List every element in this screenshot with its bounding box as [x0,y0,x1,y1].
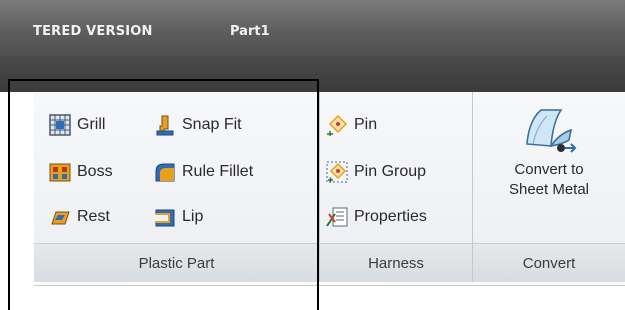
grill-button[interactable]: Grill [49,114,105,136]
harness-panel: Pin Pin Group Properties Harness [320,92,473,282]
snap-fit-button[interactable]: Snap Fit [154,114,242,136]
pin-group-button[interactable]: Pin Group [326,161,426,183]
boss-icon [49,163,71,182]
document-title: Part1 [230,24,270,39]
rule-fillet-button[interactable]: Rule Fillet [154,161,253,183]
convert-button-line1: Convert to [514,161,584,178]
snap-fit-icon [156,115,174,136]
lip-label: Lip [182,208,204,225]
boss-button[interactable]: Boss [49,161,113,183]
rule-fillet-icon [155,163,175,182]
ribbon-tab-strip [0,56,625,92]
lip-icon [155,209,175,227]
plastic-part-panel-title[interactable]: Plastic Part [34,243,319,282]
convert-button-line2: Sheet Metal [508,181,590,198]
properties-icon [326,207,348,227]
convert-panel: Convert to Sheet Metal Convert [473,92,625,282]
harness-panel-title[interactable]: Harness [320,243,472,282]
pin-button[interactable]: Pin [326,114,377,136]
title-bar: TERED VERSION Part1 [0,0,625,56]
convert-to-sheet-metal-button[interactable]: Convert to Sheet Metal [473,92,625,242]
app-version-label: TERED VERSION [33,24,153,39]
convert-panel-title[interactable]: Convert [473,243,625,282]
ribbon-bottom-edge [34,285,625,286]
lip-button[interactable]: Lip [154,206,203,228]
properties-label: Properties [354,208,427,225]
pin-group-label: Pin Group [354,163,427,180]
pin-icon [327,114,348,136]
pin-label: Pin [354,116,378,133]
rest-label: Rest [77,208,110,225]
convert-sheet-metal-icon [526,109,577,153]
boss-label: Boss [77,163,113,180]
grill-icon [49,114,71,136]
annotation-line-top [8,79,319,81]
annotation-line-left [8,79,10,310]
grill-label: Grill [77,116,106,133]
pin-group-icon [326,161,348,183]
rest-button[interactable]: Rest [49,206,110,228]
properties-button[interactable]: Properties [326,206,427,228]
convert-button-label: Convert to Sheet Metal [509,160,589,200]
plastic-part-panel: Grill Snap Fit Boss Rule Fillet Rest Lip… [34,92,320,282]
rule-fillet-label: Rule Fillet [182,163,254,180]
annotation-line-right [317,79,319,310]
snap-fit-label: Snap Fit [182,116,242,133]
rest-icon [51,211,70,225]
